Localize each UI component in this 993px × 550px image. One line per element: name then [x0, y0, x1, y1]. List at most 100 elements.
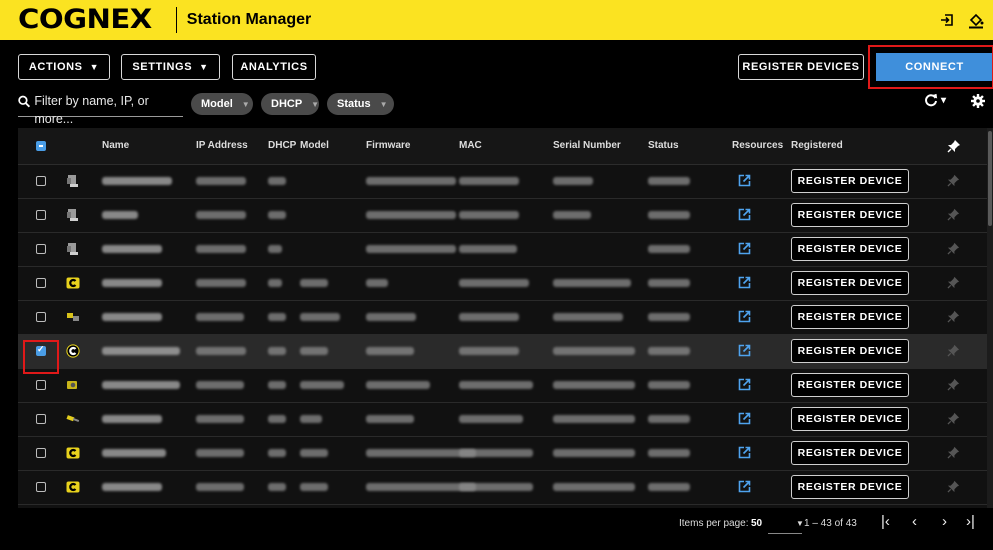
paint-bucket-icon[interactable] — [967, 11, 985, 29]
row-checkbox[interactable] — [36, 312, 46, 322]
table-row[interactable]: REGISTER DEVICE — [18, 164, 991, 199]
register-device-button[interactable]: REGISTER DEVICE — [791, 169, 909, 193]
col-mac[interactable]: MAC — [459, 128, 482, 164]
open-external-icon[interactable] — [738, 446, 751, 459]
table-row[interactable]: REGISTER DEVICE — [18, 198, 991, 233]
redacted-dhcp — [268, 449, 286, 457]
open-external-icon[interactable] — [738, 276, 751, 289]
cognex-yellow-device-icon — [66, 480, 80, 494]
open-external-icon[interactable] — [738, 208, 751, 221]
redacted-name — [102, 245, 162, 253]
filter-input[interactable]: Filter by name, IP, or more... — [18, 92, 183, 126]
pin-icon[interactable] — [947, 310, 960, 323]
row-checkbox[interactable] — [36, 380, 46, 390]
status-filter-chip[interactable]: Status ▼ — [327, 93, 394, 115]
last-page-icon[interactable]: ›| — [966, 513, 975, 530]
table-row[interactable]: REGISTER DEVICE — [18, 232, 991, 267]
settings-menu-button[interactable]: SETTINGS ▼ — [121, 54, 220, 80]
select-all-checkbox[interactable] — [36, 141, 46, 151]
row-checkbox[interactable] — [36, 176, 46, 186]
col-model[interactable]: Model — [300, 128, 329, 164]
open-external-icon[interactable] — [738, 310, 751, 323]
redacted-ip-address — [196, 381, 244, 389]
col-ip-address[interactable]: IP Address — [196, 128, 248, 164]
pin-icon[interactable] — [947, 276, 960, 289]
register-device-button[interactable]: REGISTER DEVICE — [791, 475, 909, 499]
app-title: Station Manager — [186, 11, 312, 28]
register-device-button[interactable]: REGISTER DEVICE — [791, 271, 909, 295]
table-row[interactable]: REGISTER DEVICE — [18, 470, 991, 505]
row-checkbox[interactable] — [36, 210, 46, 220]
open-external-icon[interactable] — [738, 378, 751, 391]
actions-menu-button[interactable]: ACTIONS ▼ — [18, 54, 110, 80]
col-firmware[interactable]: Firmware — [366, 128, 410, 164]
pin-icon[interactable] — [947, 446, 960, 459]
redacted-model — [300, 483, 328, 491]
col-resources: Resources — [732, 140, 784, 151]
table-row[interactable]: REGISTER DEVICE — [18, 266, 991, 301]
gear-icon[interactable] — [971, 94, 985, 108]
search-icon — [18, 95, 31, 108]
redacted-mac — [459, 381, 533, 389]
table-row[interactable]: REGISTER DEVICE — [18, 334, 991, 369]
items-per-page-select[interactable]: 50 — [751, 517, 762, 531]
open-external-icon[interactable] — [738, 174, 751, 187]
connect-highlight-box — [868, 45, 993, 89]
generic-device-icon — [66, 208, 80, 222]
redacted-name — [102, 211, 138, 219]
col-dhcp[interactable]: DHCP — [268, 128, 296, 164]
table-row[interactable]: REGISTER DEVICE — [18, 300, 991, 335]
redacted-model — [300, 347, 328, 355]
col-registered[interactable]: Registered — [791, 128, 843, 164]
chevron-down-icon[interactable]: ▼ — [796, 517, 804, 531]
pin-icon[interactable] — [947, 139, 961, 153]
pin-icon[interactable] — [947, 344, 960, 357]
login-icon[interactable] — [939, 12, 955, 28]
refresh-menu-button[interactable]: ▾ — [924, 93, 946, 107]
register-device-button[interactable]: REGISTER DEVICE — [791, 407, 909, 431]
table-row[interactable]: REGISTER DEVICE — [18, 436, 991, 471]
table-row[interactable]: REGISTER DEVICE — [18, 402, 991, 437]
row-checkbox[interactable] — [36, 448, 46, 458]
next-page-icon[interactable]: › — [942, 513, 947, 530]
dhcp-filter-chip[interactable]: DHCP ▼ — [261, 93, 319, 115]
first-page-icon[interactable]: |‹ — [881, 513, 890, 530]
open-external-icon[interactable] — [738, 412, 751, 425]
row-checkbox[interactable] — [36, 482, 46, 492]
register-devices-button[interactable]: REGISTER DEVICES — [738, 54, 864, 80]
col-name[interactable]: Name — [102, 128, 129, 164]
table-row[interactable]: REGISTER DEVICE — [18, 368, 991, 403]
pin-icon[interactable] — [947, 242, 960, 255]
pin-icon[interactable] — [947, 378, 960, 391]
pin-icon[interactable] — [947, 412, 960, 425]
col-status[interactable]: Status — [648, 128, 679, 164]
register-device-button[interactable]: REGISTER DEVICE — [791, 237, 909, 261]
pin-icon[interactable] — [947, 174, 960, 187]
pin-icon[interactable] — [947, 208, 960, 221]
row-checkbox[interactable] — [36, 244, 46, 254]
scrollbar-thumb[interactable] — [988, 131, 992, 226]
open-external-icon[interactable] — [738, 344, 751, 357]
row-checkbox[interactable] — [36, 414, 46, 424]
cognex-logo: COGNEX — [18, 4, 152, 35]
register-device-button[interactable]: REGISTER DEVICE — [791, 305, 909, 329]
pin-icon[interactable] — [947, 480, 960, 493]
redacted-dhcp — [268, 313, 286, 321]
register-device-button[interactable]: REGISTER DEVICE — [791, 441, 909, 465]
open-external-icon[interactable] — [738, 480, 751, 493]
redacted-mac — [459, 313, 519, 321]
register-device-button[interactable]: REGISTER DEVICE — [791, 373, 909, 397]
redacted-name — [102, 381, 180, 389]
analytics-button[interactable]: ANALYTICS — [232, 54, 316, 80]
open-external-icon[interactable] — [738, 242, 751, 255]
register-device-button[interactable]: REGISTER DEVICE — [791, 203, 909, 227]
prev-page-icon[interactable]: ‹ — [912, 513, 917, 530]
redacted-model — [300, 279, 328, 287]
redacted-status — [648, 415, 690, 423]
model-filter-chip[interactable]: Model ▼ — [191, 93, 253, 115]
col-serial-number[interactable]: Serial Number — [553, 128, 621, 164]
redacted-firmware — [366, 245, 456, 253]
register-device-button[interactable]: REGISTER DEVICE — [791, 339, 909, 363]
redacted-status — [648, 347, 690, 355]
row-checkbox[interactable] — [36, 278, 46, 288]
